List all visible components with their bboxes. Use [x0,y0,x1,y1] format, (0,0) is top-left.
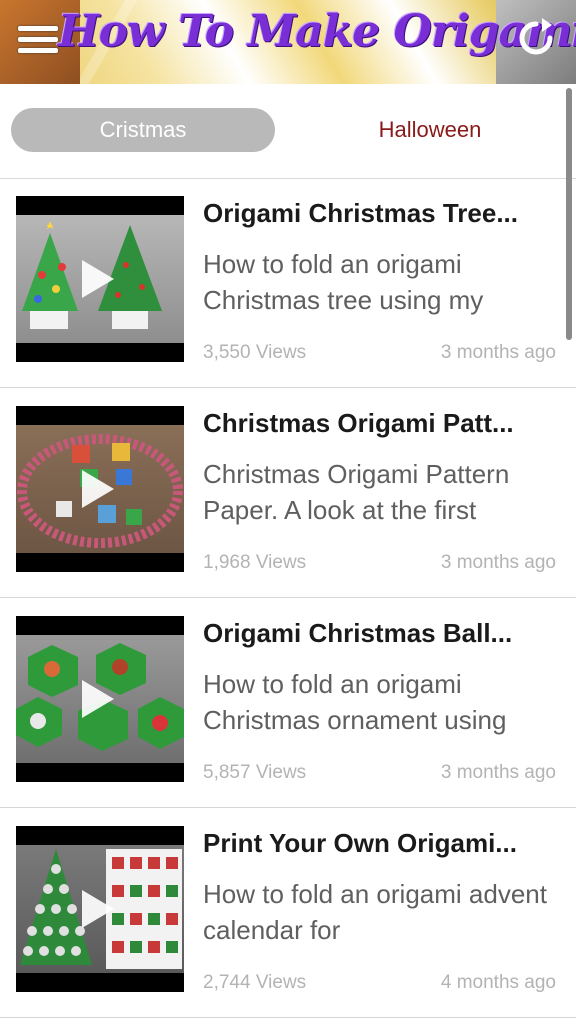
video-list: Origami Christmas Tree... How to fold an… [0,178,576,1018]
video-list-item[interactable]: Christmas Origami Patt... Christmas Orig… [0,388,576,598]
video-title[interactable]: Christmas Origami Patt... [203,408,561,439]
play-icon [82,890,114,928]
video-title[interactable]: Origami Christmas Ball... [203,618,561,649]
video-list-item[interactable]: Origami Christmas Ball... How to fold an… [0,598,576,808]
video-thumbnail[interactable] [16,406,184,572]
video-description: How to fold an origami Christmas ornamen… [203,669,507,735]
upload-date: 3 months ago [440,552,556,573]
view-count: 2,744 Views [203,972,307,993]
video-thumbnail[interactable] [16,616,184,782]
video-list-item[interactable]: Origami Christmas Tree... How to fold an… [0,178,576,388]
play-icon [82,260,114,298]
video-description: Christmas Origami Pattern Paper. A look … [203,459,510,525]
view-count: 1,968 Views [203,552,307,573]
view-count: 3,550 Views [203,342,307,363]
refresh-icon[interactable] [514,16,558,60]
video-title[interactable]: Print Your Own Origami... [203,828,561,859]
view-count: 5,857 Views [203,762,307,783]
video-thumbnail[interactable] [16,196,184,362]
video-description: How to fold an origami Christmas tree us… [203,249,484,315]
upload-date: 3 months ago [440,762,556,783]
play-icon [82,680,114,718]
upload-date: 4 months ago [440,972,556,993]
tab-halloween[interactable]: Halloween [298,108,562,152]
video-list-item[interactable]: Print Your Own Origami... How to fold an… [0,808,576,1018]
app-title: How To Make Origami [58,6,576,57]
video-description: How to fold an origami advent calendar f… [203,879,547,945]
hamburger-menu-icon[interactable] [18,26,58,60]
video-thumbnail[interactable] [16,826,184,992]
app-header: How To Make Origami [0,0,576,84]
upload-date: 3 months ago [440,342,556,363]
play-icon [82,470,114,508]
video-title[interactable]: Origami Christmas Tree... [203,198,561,229]
category-tabs: Cristmas Halloween [0,84,576,179]
tab-cristmas[interactable]: Cristmas [11,108,275,152]
